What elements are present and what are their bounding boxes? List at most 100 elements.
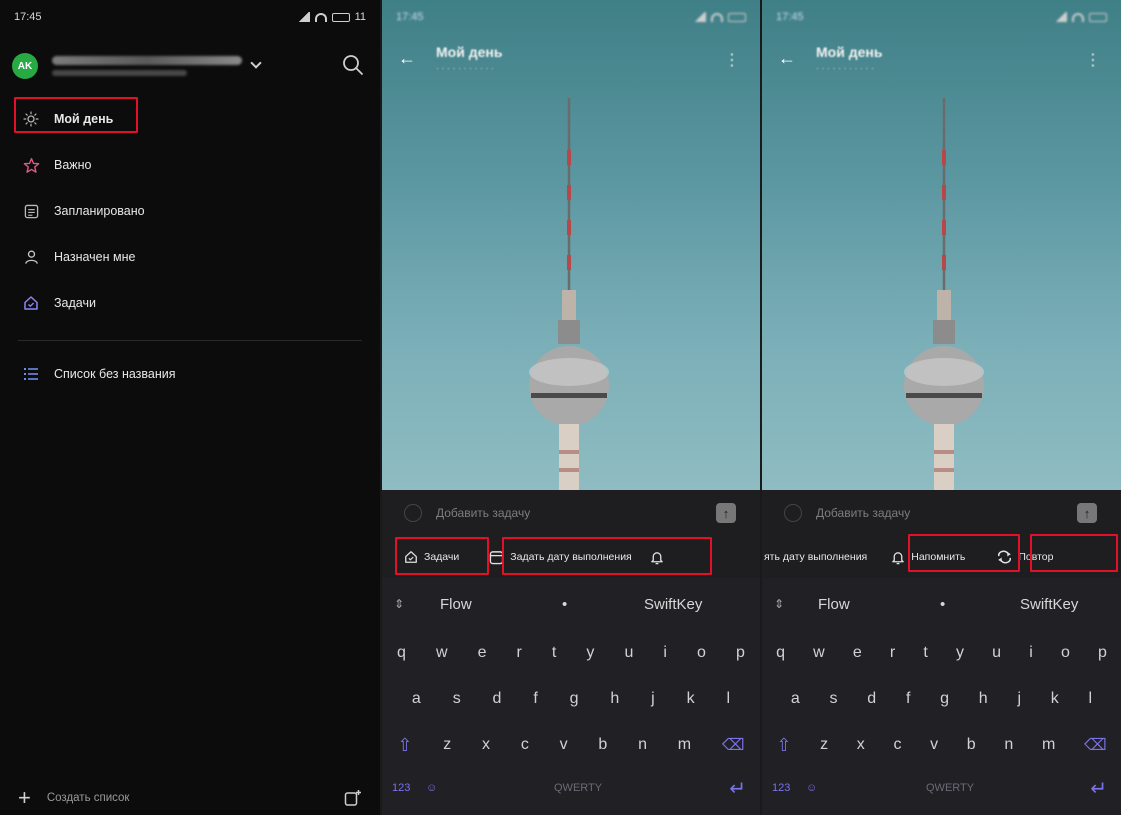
key[interactable]: y <box>956 644 964 662</box>
key[interactable]: e <box>478 644 487 662</box>
expand-icon[interactable]: ⇕ <box>774 597 784 611</box>
add-task-input[interactable]: Добавить задачу <box>816 506 910 520</box>
sidebar-item-tasks[interactable]: Задачи <box>0 280 380 326</box>
submit-arrow-icon[interactable]: ↑ <box>716 503 736 523</box>
key[interactable]: o <box>1061 644 1070 662</box>
key[interactable]: v <box>930 736 938 754</box>
set-due-date-partial-label[interactable]: ять дату выполнения <box>764 551 867 563</box>
key[interactable]: u <box>992 644 1001 662</box>
key[interactable]: r <box>890 644 895 662</box>
numbers-key[interactable]: 123 <box>772 782 790 794</box>
key[interactable]: a <box>412 690 421 708</box>
key[interactable]: u <box>624 644 633 662</box>
key[interactable]: l <box>726 690 730 708</box>
enter-icon[interactable]: ↵ <box>1090 776 1107 801</box>
key[interactable]: t <box>552 644 556 662</box>
add-task-bar[interactable]: Добавить задачу ↑ <box>382 490 760 536</box>
key[interactable]: n <box>638 736 647 754</box>
remind-me-button[interactable]: Напомнить <box>883 542 973 572</box>
set-list-button[interactable]: Задачи <box>396 542 467 572</box>
add-task-input[interactable]: Добавить задачу <box>436 506 530 520</box>
key[interactable]: t <box>923 644 927 662</box>
key[interactable]: e <box>853 644 862 662</box>
key[interactable]: y <box>586 644 594 662</box>
key[interactable]: b <box>598 736 607 754</box>
set-due-date-button[interactable]: Задать дату выполнения <box>481 542 639 572</box>
key[interactable]: f <box>533 690 537 708</box>
key[interactable]: z <box>443 736 451 754</box>
key[interactable]: m <box>678 736 691 754</box>
key[interactable]: f <box>906 690 910 708</box>
status-time: 17:45 <box>396 11 424 23</box>
key[interactable]: o <box>697 644 706 662</box>
shift-icon[interactable]: ⇧ <box>776 735 791 756</box>
enter-icon[interactable]: ↵ <box>729 776 746 801</box>
suggestion-right[interactable]: SwiftKey <box>644 596 702 613</box>
key[interactable]: c <box>893 736 901 754</box>
suggestion-left[interactable]: Flow <box>818 596 850 613</box>
key[interactable]: z <box>820 736 828 754</box>
key[interactable]: d <box>867 690 876 708</box>
new-group-icon[interactable] <box>344 789 362 807</box>
sidebar-item-my-day[interactable]: Мой день <box>0 96 380 142</box>
back-arrow-icon[interactable]: ← <box>398 48 416 69</box>
numbers-key[interactable]: 123 <box>392 782 410 794</box>
key[interactable]: p <box>736 644 745 662</box>
suggestion-middle[interactable]: • <box>562 596 567 613</box>
suggestion-middle[interactable]: • <box>940 596 945 613</box>
account-switcher[interactable]: AK <box>12 46 370 86</box>
create-list-row[interactable]: + Создать список <box>0 781 380 815</box>
add-task-bar[interactable]: Добавить задачу ↑ <box>762 490 1121 536</box>
key[interactable]: k <box>687 690 695 708</box>
key[interactable]: x <box>482 736 490 754</box>
suggestion-right[interactable]: SwiftKey <box>1020 596 1078 613</box>
key[interactable]: p <box>1098 644 1107 662</box>
emoji-icon[interactable]: ☺ <box>806 782 817 794</box>
expand-icon[interactable]: ⇕ <box>394 597 404 611</box>
more-options-icon[interactable]: ⋮ <box>724 50 740 70</box>
key[interactable]: c <box>521 736 529 754</box>
key[interactable]: a <box>791 690 800 708</box>
key[interactable]: m <box>1042 736 1055 754</box>
sidebar-item-important[interactable]: Важно <box>0 142 380 188</box>
submit-arrow-icon[interactable]: ↑ <box>1077 503 1097 523</box>
backspace-icon[interactable]: ⌫ <box>722 735 745 755</box>
key[interactable]: h <box>610 690 619 708</box>
key[interactable]: b <box>967 736 976 754</box>
back-arrow-icon[interactable]: ← <box>778 48 796 69</box>
key[interactable]: s <box>453 690 461 708</box>
shift-icon[interactable]: ⇧ <box>397 735 412 756</box>
repeat-button[interactable]: Повтор <box>989 542 1061 572</box>
more-options-icon[interactable]: ⋮ <box>1085 50 1101 70</box>
key[interactable]: v <box>560 736 568 754</box>
sidebar-item-untitled-list[interactable]: Список без названия <box>0 351 380 397</box>
key[interactable]: k <box>1051 690 1059 708</box>
search-icon[interactable] <box>340 52 366 78</box>
space-bar[interactable]: QWERTY <box>554 782 602 794</box>
key[interactable]: i <box>1029 644 1033 662</box>
sidebar-item-planned[interactable]: Запланировано <box>0 188 380 234</box>
backspace-icon[interactable]: ⌫ <box>1084 735 1107 755</box>
key[interactable]: d <box>493 690 502 708</box>
key[interactable]: n <box>1004 736 1013 754</box>
key[interactable]: h <box>979 690 988 708</box>
key[interactable]: i <box>663 644 667 662</box>
key[interactable]: g <box>570 690 579 708</box>
key[interactable]: j <box>1017 690 1021 708</box>
key[interactable]: s <box>830 690 838 708</box>
key[interactable]: j <box>651 690 655 708</box>
key[interactable]: l <box>1089 690 1093 708</box>
emoji-icon[interactable]: ☺ <box>426 782 437 794</box>
key[interactable]: x <box>857 736 865 754</box>
key[interactable]: w <box>436 644 448 662</box>
key[interactable]: q <box>397 644 406 662</box>
chevron-down-icon <box>250 57 262 69</box>
key[interactable]: r <box>517 644 522 662</box>
key[interactable]: g <box>940 690 949 708</box>
space-bar[interactable]: QWERTY <box>926 782 974 794</box>
suggestion-left[interactable]: Flow <box>440 596 472 613</box>
bell-icon[interactable] <box>650 550 664 565</box>
key[interactable]: q <box>776 644 785 662</box>
key[interactable]: w <box>813 644 825 662</box>
sidebar-item-assigned[interactable]: Назначен мне <box>0 234 380 280</box>
